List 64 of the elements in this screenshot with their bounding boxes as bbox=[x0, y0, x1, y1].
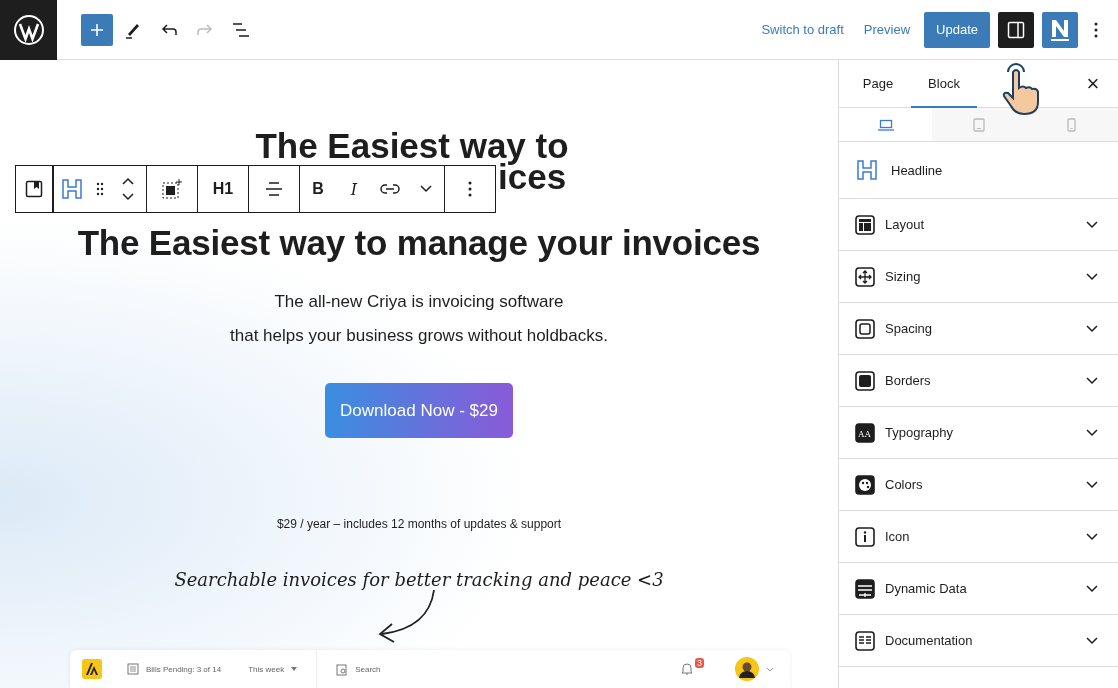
typography-icon: AA bbox=[855, 422, 875, 443]
heading-level-button[interactable]: H1 bbox=[198, 166, 248, 212]
wordpress-logo[interactable] bbox=[0, 0, 57, 60]
panel-header[interactable]: Documentation bbox=[839, 615, 1118, 667]
chevron-down-icon bbox=[1086, 584, 1098, 593]
caret-icon bbox=[291, 667, 298, 671]
settings-button[interactable] bbox=[998, 11, 1034, 48]
panel-header[interactable]: Colors bbox=[839, 459, 1118, 511]
price-note: $29 / year – includes 12 months of updates & support bbox=[276, 517, 562, 531]
plugin-button[interactable] bbox=[1042, 11, 1078, 48]
chevron-down-icon bbox=[1086, 636, 1098, 645]
panel-header[interactable]: Layout bbox=[839, 199, 1118, 251]
clipboard-search-icon bbox=[336, 662, 349, 676]
borders-icon bbox=[855, 370, 875, 391]
chevron-down-icon bbox=[1086, 272, 1098, 281]
docs-icon bbox=[855, 630, 875, 651]
phone-icon bbox=[1067, 117, 1076, 132]
headline: The Easiest way to manage your invoices bbox=[77, 223, 761, 263]
laptop-icon bbox=[877, 118, 894, 131]
download-button[interactable]: Download Now - $29 bbox=[325, 383, 513, 438]
sidebar-icon bbox=[1007, 20, 1025, 39]
chevron-down-icon bbox=[766, 666, 774, 672]
chevron-down-icon bbox=[1086, 428, 1098, 437]
n-logo-icon bbox=[1049, 17, 1071, 42]
add-block-button[interactable] bbox=[81, 13, 113, 46]
panel-header[interactable]: Dynamic Data bbox=[839, 563, 1118, 615]
layout-icon bbox=[855, 214, 875, 235]
chevron-down-icon bbox=[1086, 376, 1098, 385]
preview-link[interactable]: Preview bbox=[857, 22, 917, 37]
italic-button[interactable]: I bbox=[336, 166, 372, 212]
icon-icon bbox=[855, 526, 875, 547]
panel-header[interactable]: AA Typography bbox=[839, 407, 1118, 459]
panel-header[interactable]: Sizing bbox=[839, 251, 1118, 303]
search-field[interactable]: Search bbox=[355, 664, 381, 674]
close-button[interactable]: × bbox=[1068, 60, 1118, 107]
chevron-down-icon bbox=[1086, 480, 1098, 489]
bold-button[interactable]: B bbox=[300, 166, 336, 212]
panel-header[interactable]: Spacing bbox=[839, 303, 1118, 355]
subtitle-text: The all-new Criya is invoicing software that helps your business grows without holdbacks. bbox=[230, 291, 608, 347]
spacing-icon bbox=[855, 318, 875, 339]
switch-to-draft-link[interactable]: Switch to draft bbox=[755, 22, 850, 37]
headline-block-icon bbox=[856, 159, 878, 181]
handwritten-caption: Searchable invoices for better tracking and peace <3 bbox=[174, 569, 664, 590]
notification-badge: 3 bbox=[695, 658, 704, 668]
chevron-down-icon bbox=[1086, 532, 1098, 541]
panel-header[interactable]: Borders bbox=[839, 355, 1118, 407]
panel-header[interactable]: Icon bbox=[839, 511, 1118, 563]
wordpress-logo-icon bbox=[12, 14, 45, 46]
period-dropdown[interactable]: This week bbox=[248, 664, 285, 674]
colors-icon bbox=[855, 474, 875, 495]
update-button[interactable]: Update bbox=[924, 11, 990, 48]
document-icon bbox=[127, 663, 139, 675]
block-name: Headline bbox=[891, 162, 943, 178]
app-logo-icon bbox=[82, 659, 102, 679]
chevron-down-icon bbox=[1086, 220, 1098, 229]
bills-pending-text: Bills Pending: 3 of 14 bbox=[146, 664, 222, 674]
bell-icon[interactable] bbox=[680, 662, 694, 676]
sidebar-tab[interactable]: Page bbox=[845, 60, 911, 108]
sizing-icon bbox=[855, 266, 875, 287]
data-icon bbox=[855, 578, 875, 599]
chevron-down-icon bbox=[1086, 324, 1098, 333]
plus-icon bbox=[89, 21, 105, 38]
avatar-icon[interactable] bbox=[735, 657, 759, 681]
tablet-icon bbox=[972, 117, 985, 132]
